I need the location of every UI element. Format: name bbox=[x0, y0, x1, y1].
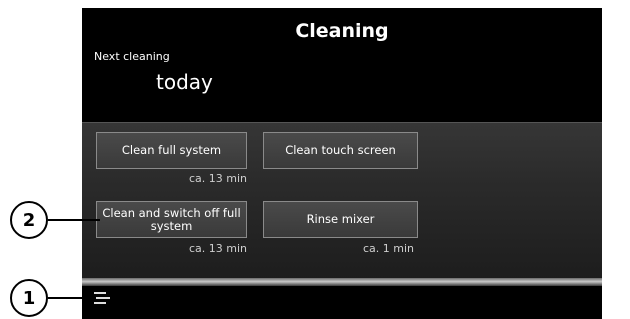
panel-divider bbox=[82, 278, 602, 286]
clean-full-system-button[interactable]: Clean full system bbox=[96, 132, 247, 169]
next-cleaning-label: Next cleaning bbox=[94, 50, 170, 63]
clean-touch-screen-button[interactable]: Clean touch screen bbox=[263, 132, 418, 169]
callout-2-leader bbox=[48, 219, 100, 221]
callout-1-leader bbox=[48, 297, 96, 299]
rinse-mixer-button[interactable]: Rinse mixer bbox=[263, 201, 418, 238]
next-cleaning-value: today bbox=[156, 70, 213, 94]
menu-icon[interactable] bbox=[94, 291, 114, 307]
clean-and-switch-off-button[interactable]: Clean and switch off full system bbox=[96, 201, 247, 238]
cleaning-screen: Cleaning Next cleaning today Clean full … bbox=[82, 8, 602, 319]
callout-2: 2 bbox=[10, 201, 48, 239]
callout-1: 1 bbox=[10, 279, 48, 317]
clean-full-system-duration: ca. 13 min bbox=[188, 172, 247, 185]
page-title: Cleaning bbox=[295, 20, 389, 42]
clean-and-switch-off-duration: ca. 13 min bbox=[188, 242, 247, 255]
rinse-mixer-duration: ca. 1 min bbox=[362, 242, 414, 255]
